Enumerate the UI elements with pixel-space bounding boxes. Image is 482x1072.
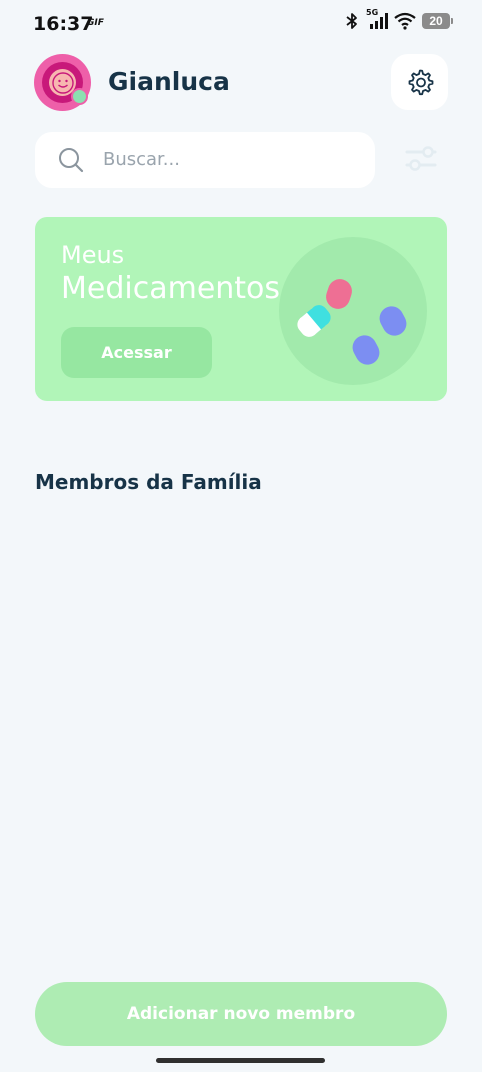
status-bar: 16:37 GIF 5G 20: [0, 0, 482, 48]
search-placeholder: Buscar...: [103, 149, 180, 170]
my-medications-card[interactable]: Meus Medicamentos Acessar: [35, 217, 447, 401]
avatar[interactable]: [34, 54, 91, 111]
battery-icon: 20: [422, 13, 453, 29]
add-new-member-button[interactable]: Adicionar novo membro: [35, 982, 447, 1046]
signal-icon: 5G: [366, 8, 388, 30]
status-icons: 5G 20: [344, 8, 453, 30]
card-title-line2: Medicamentos: [61, 271, 281, 306]
online-status-dot: [71, 88, 88, 105]
pills-illustration: [279, 237, 427, 385]
status-time: 16:37: [33, 13, 94, 35]
family-members-title: Membros da Família: [35, 470, 262, 494]
gear-icon: [408, 69, 433, 96]
settings-button[interactable]: [391, 54, 448, 110]
wifi-icon: [394, 12, 416, 30]
home-indicator[interactable]: [156, 1058, 325, 1063]
search-input[interactable]: Buscar...: [35, 132, 375, 188]
access-button[interactable]: Acessar: [61, 327, 212, 378]
card-title-line1: Meus: [61, 241, 125, 269]
search-icon: [59, 148, 84, 173]
gif-indicator: GIF: [87, 18, 104, 28]
battery-level: 20: [429, 14, 443, 28]
bluetooth-icon: [346, 13, 357, 29]
username: Gianluca: [108, 67, 230, 96]
filter-sliders-icon[interactable]: [404, 144, 438, 174]
